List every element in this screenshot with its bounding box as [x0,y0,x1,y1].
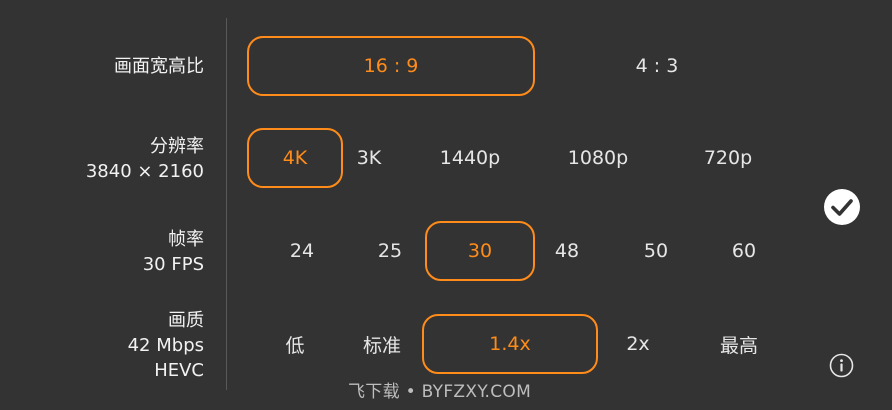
quality-option-standard[interactable]: 标准 [356,328,408,360]
quality-option-1-4x[interactable]: 1.4x [422,314,598,374]
check-circle-icon[interactable] [822,187,862,227]
quality-label: 画质 42 Mbps HEVC [128,308,204,383]
resolution-option-3k[interactable]: 3K [343,142,395,174]
resolution-value: 3840 × 2160 [85,161,204,182]
resolution-option-1080p[interactable]: 1080p [556,142,640,174]
camera-format-settings: 画面宽高比 分辨率 3840 × 2160 帧率 30 FPS 画质 42 Mb… [0,0,892,410]
framerate-label: 帧率 30 FPS [143,227,204,277]
framerate-option-24[interactable]: 24 [282,235,322,267]
framerate-option-48[interactable]: 48 [547,235,587,267]
framerate-value: 30 FPS [142,254,204,275]
framerate-option-25[interactable]: 25 [370,235,410,267]
quality-option-low[interactable]: 低 [278,328,312,360]
aspect-option-4-3[interactable]: 4 : 3 [617,50,697,82]
framerate-title: 帧率 [168,229,204,250]
info-icon[interactable] [829,353,854,378]
aspect-ratio-title: 画面宽高比 [114,56,204,77]
framerate-option-60[interactable]: 60 [724,235,764,267]
quality-codec: HEVC [154,360,204,381]
resolution-label: 分辨率 3840 × 2160 [86,134,204,184]
quality-title: 画质 [168,310,204,331]
resolution-option-4k[interactable]: 4K [247,128,343,188]
framerate-option-30[interactable]: 30 [425,221,535,281]
resolution-option-1440p[interactable]: 1440p [430,142,510,174]
column-divider [226,18,227,390]
quality-option-2x[interactable]: 2x [618,328,658,360]
framerate-option-50[interactable]: 50 [636,235,676,267]
watermark-text: 飞下载 • BYFZXY.COM [348,382,532,402]
resolution-option-720p[interactable]: 720p [692,142,764,174]
quality-bitrate: 42 Mbps [127,335,204,356]
resolution-title: 分辨率 [150,136,204,157]
quality-option-highest[interactable]: 最高 [712,328,766,360]
aspect-option-16-9[interactable]: 16 : 9 [247,36,535,96]
aspect-ratio-label: 画面宽高比 [114,54,204,79]
